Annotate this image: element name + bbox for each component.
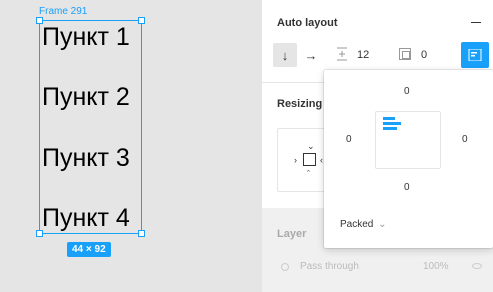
eye-icon[interactable]	[472, 263, 482, 269]
padding-bottom-input[interactable]: 0	[404, 182, 410, 193]
list-item[interactable]: Пункт 2	[42, 82, 130, 112]
chevron-down-icon: ⌄	[307, 141, 315, 151]
padding-right-input[interactable]: 0	[462, 134, 468, 145]
resize-handle-top-right[interactable]	[138, 17, 145, 24]
selected-frame[interactable]: Пункт 1 Пункт 2 Пункт 3 Пункт 4	[36, 17, 145, 237]
alignment-bar	[383, 122, 401, 125]
arrow-down-icon: ↓	[281, 47, 289, 63]
layer-title: Layer	[277, 228, 307, 240]
auto-layout-title: Auto layout	[277, 17, 338, 29]
blend-mode-icon	[281, 263, 289, 271]
blend-mode-select[interactable]: Pass through	[300, 261, 359, 272]
padding-left-input[interactable]: 0	[346, 134, 352, 145]
spacing-icon	[337, 47, 347, 61]
alignment-grid[interactable]	[375, 111, 441, 169]
chevron-left-icon: ‹	[320, 155, 323, 165]
list-item[interactable]: Пункт 3	[42, 143, 130, 173]
padding-top-input[interactable]: 0	[404, 86, 410, 97]
alignment-bar	[383, 117, 395, 120]
frame-name-label[interactable]: Frame 291	[39, 6, 87, 17]
padding-input[interactable]: 0	[421, 49, 427, 61]
distribution-label: Packed	[340, 219, 374, 230]
chevron-up-icon: ˆ	[307, 169, 310, 179]
chevron-right-icon: ›	[294, 155, 297, 165]
alignment-button[interactable]	[461, 42, 489, 68]
distribution-select[interactable]: Packed ⌄	[340, 219, 387, 230]
list-item[interactable]: Пункт 1	[42, 22, 130, 52]
constraint-square-icon	[303, 153, 316, 166]
size-badge: 44 × 92	[67, 242, 111, 257]
align-left-icon	[468, 49, 482, 61]
chevron-down-icon: ⌄	[378, 219, 387, 230]
direction-vertical-button[interactable]: ↓	[273, 43, 297, 67]
resizing-title: Resizing	[277, 98, 323, 110]
list-item[interactable]: Пункт 4	[42, 203, 130, 233]
padding-icon	[399, 48, 411, 60]
alignment-bar	[383, 127, 397, 130]
remove-auto-layout-icon[interactable]	[471, 22, 481, 23]
opacity-input[interactable]: 100%	[423, 261, 449, 272]
direction-horizontal-button[interactable]: →	[299, 43, 323, 67]
alignment-popover: 0 0 0 0 Packed ⌄	[324, 70, 493, 248]
canvas[interactable]: Frame 291 Пункт 1 Пункт 2 Пункт 3 Пункт …	[0, 0, 261, 292]
resize-handle-bottom-right[interactable]	[138, 230, 145, 237]
spacing-input[interactable]: 12	[357, 49, 369, 61]
arrow-right-icon: →	[304, 47, 318, 63]
